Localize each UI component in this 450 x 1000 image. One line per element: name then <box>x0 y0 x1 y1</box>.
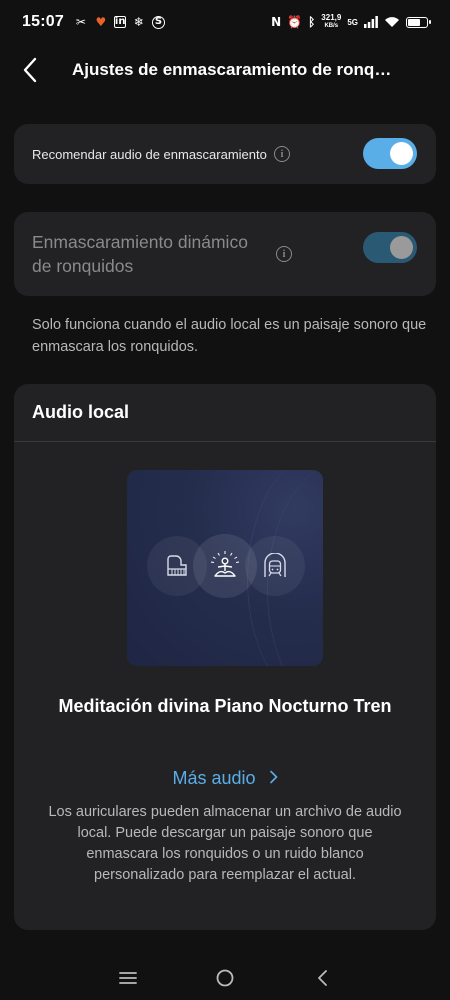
audio-artwork[interactable] <box>127 470 323 666</box>
dynamic-masking-toggle[interactable] <box>363 232 417 263</box>
heart-icon: ♥ <box>95 15 107 29</box>
battery-level <box>408 18 420 26</box>
app-header: Ajustes de enmascaramiento de ronquidos <box>0 52 450 88</box>
train-circle <box>245 536 305 596</box>
system-nav-bar <box>0 955 450 1000</box>
audio-name: Meditación divina Piano Nocturno Tren <box>58 696 392 716</box>
local-audio-card: Audio local Meditación divina Piano Noct… <box>14 384 436 930</box>
notification-icons: ✂ ♥ in ❄ S <box>74 15 165 29</box>
section-title: Audio local <box>32 402 130 422</box>
piano-icon <box>167 555 187 576</box>
train-icon <box>264 553 286 577</box>
menu-icon <box>119 971 138 984</box>
back-nav-button[interactable] <box>302 958 342 998</box>
help-text: Solo funciona cuando el audio local es u… <box>32 317 427 355</box>
nfc-icon: N <box>271 15 282 29</box>
status-time: 15:07 <box>22 13 64 30</box>
toggle-knob <box>390 142 413 165</box>
net-speed-value: 321,9 <box>321 13 342 22</box>
home-icon <box>216 969 234 986</box>
chevron-left-icon <box>23 57 37 83</box>
recommend-audio-row: Recomendar audio de enmascaramiento i <box>14 124 436 184</box>
status-bar: 15:07 ✂ ♥ in ❄ S N ⏰ ᛒ 321,9 KB/s 5G <box>0 0 450 44</box>
signal-icon <box>364 16 378 28</box>
toggle-knob <box>390 236 413 259</box>
info-icon[interactable]: i <box>274 146 290 162</box>
more-audio-link[interactable]: Más audio <box>14 768 436 789</box>
menu-button[interactable] <box>108 958 148 998</box>
home-button[interactable] <box>205 958 245 998</box>
dynamic-masking-label: Enmascaramiento dinámico de ronquidos <box>32 232 248 276</box>
recommend-audio-toggle[interactable] <box>363 138 417 169</box>
chevron-right-icon <box>269 768 278 789</box>
linkedin-icon: in <box>113 16 126 28</box>
battery-icon <box>406 16 431 28</box>
recommend-audio-label: Recomendar audio de enmascaramiento <box>32 146 267 162</box>
net-speed-unit: KB/s <box>324 23 339 29</box>
capcut-icon: ✂ <box>75 15 86 29</box>
wifi-icon <box>385 17 399 27</box>
back-icon <box>317 969 327 986</box>
alarm-icon: ⏰ <box>287 15 303 29</box>
recommend-audio-card: Recomendar audio de enmascaramiento i <box>14 124 436 184</box>
meditation-icon <box>210 551 240 577</box>
audio-description: Los auriculares pueden almacenar un arch… <box>48 804 402 883</box>
back-button[interactable] <box>22 52 62 88</box>
more-audio-label: Más audio <box>172 768 256 788</box>
page-title: Ajustes de enmascaramiento de ronquidos <box>72 60 392 79</box>
bluetooth-icon: ᛒ <box>308 15 316 29</box>
system-status: N ⏰ ᛒ 321,9 KB/s 5G <box>271 14 431 30</box>
snowflake-icon: ❄ <box>133 15 144 29</box>
dynamic-masking-row: Enmascaramiento dinámico de ronquidos i <box>14 212 436 296</box>
network-type: 5G <box>347 17 358 27</box>
info-icon[interactable]: i <box>276 246 292 262</box>
net-speed: 321,9 KB/s <box>321 14 341 30</box>
shazam-icon: S <box>151 15 165 29</box>
divider <box>14 441 436 442</box>
dynamic-masking-card: Enmascaramiento dinámico de ronquidos i <box>14 212 436 296</box>
